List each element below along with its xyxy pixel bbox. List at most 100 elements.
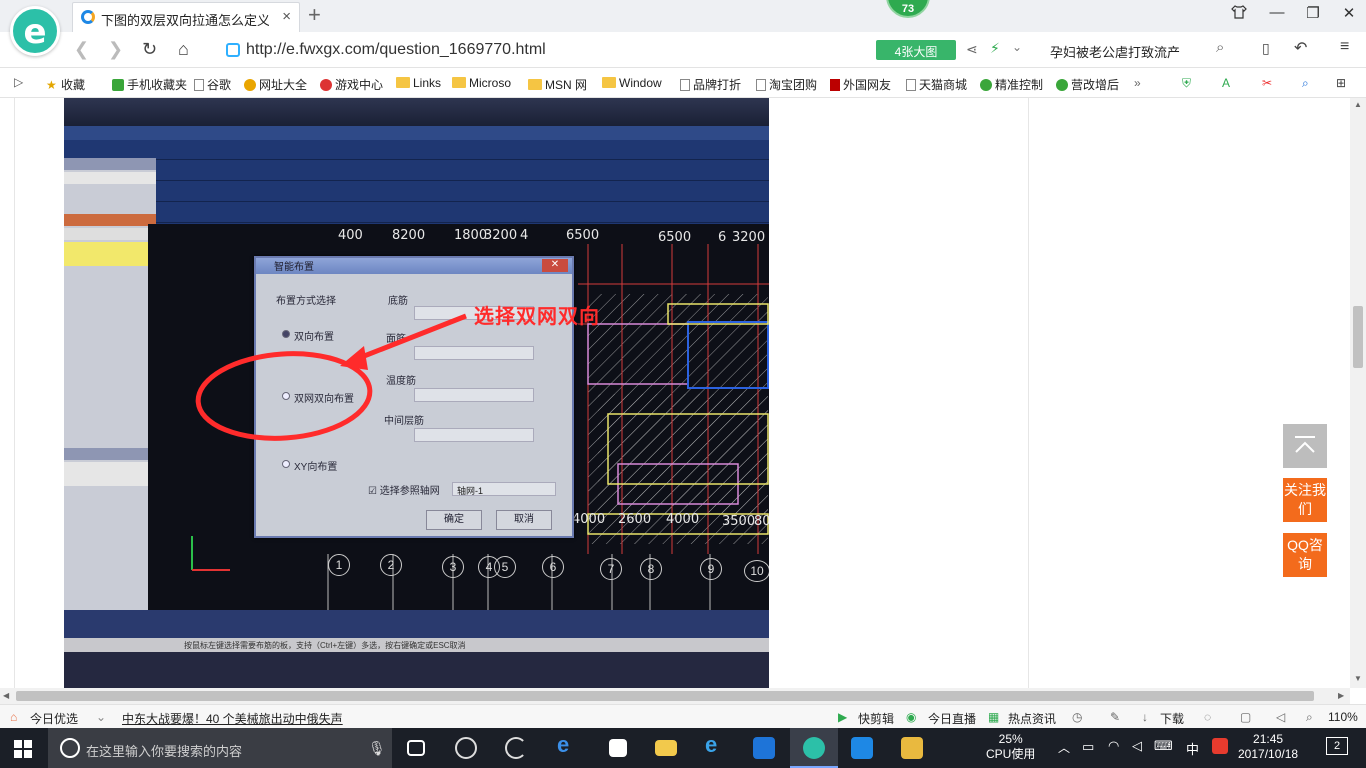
cpu-usage[interactable]: 25% CPU使用 [986,732,1035,762]
sound-icon[interactable]: ◁ [1276,710,1285,724]
zoom-level[interactable]: 110% [1328,710,1358,724]
radio-xy[interactable] [282,460,290,468]
bookmark-item[interactable]: 淘宝团购 [756,76,817,93]
undo-icon[interactable]: ↶ [1294,38,1307,58]
horizontal-scrollbar[interactable]: ◀ ▶ [0,688,1350,704]
volume-icon[interactable]: ◁ [1132,738,1142,754]
bookmark-item[interactable]: 游戏中心 [320,76,383,93]
browser-taskbar-icon[interactable] [790,728,838,768]
today-picks[interactable]: 今日优选 [30,710,78,727]
search-icon[interactable]: ⌕ [1302,76,1309,91]
menu-icon[interactable]: ≡ [1340,38,1349,56]
back-to-top-button[interactable] [1283,424,1327,468]
search-suggestion[interactable]: 孕妇被老公虐打致流产 [1050,42,1180,61]
lightning-icon[interactable]: ⚡ [990,40,1000,57]
big-image-button[interactable]: 4张大图 [876,40,956,60]
scrollbar-thumb[interactable] [1353,306,1363,368]
middle-layer-rebar-select[interactable] [414,428,534,442]
back-icon[interactable]: ❮ [74,39,89,60]
browser-logo-icon[interactable]: e [10,6,60,56]
chevron-down-icon[interactable]: ⌄ [96,710,106,724]
file-explorer-icon[interactable] [642,728,690,768]
bookmark-item[interactable]: 精准控制 [980,76,1043,93]
dialog-close-icon[interactable]: ✕ [542,259,568,272]
scrollbar-thumb[interactable] [16,691,1314,701]
minimize-icon[interactable]: — [1262,4,1292,28]
tray-expand-icon[interactable]: ︿ [1058,739,1070,756]
windows-start-icon[interactable] [14,740,32,758]
scroll-down-icon[interactable]: ▼ [1354,674,1362,683]
share-icon[interactable]: ⋖ [966,41,978,58]
app-plus-icon[interactable] [838,728,886,768]
axis-checkbox[interactable]: ☑ 选择参照轴网 [368,482,440,497]
restore-icon[interactable]: ❐ [1298,4,1328,28]
store-icon[interactable] [594,728,642,768]
translate-icon[interactable]: A [1222,76,1230,90]
scroll-up-icon[interactable]: ▲ [1354,100,1362,109]
browser-tab[interactable]: 下图的双层双向拉通怎么定义？还 × [72,2,300,32]
chevron-down-icon[interactable]: ⌄ [1012,40,1022,54]
ie-icon[interactable]: e [692,728,740,768]
bookmark-item[interactable]: 谷歌 [194,76,231,93]
sidebar-toggle-icon[interactable]: ▷ [14,75,23,89]
action-center-icon[interactable]: 2 [1326,737,1348,755]
keyboard-icon[interactable]: ⌨ [1154,738,1173,754]
zoom-icon[interactable]: ⌕ [1306,710,1313,725]
tab-close-icon[interactable]: × [282,8,291,25]
bookmark-item[interactable]: Links [396,76,441,90]
close-window-icon[interactable]: ✕ [1334,4,1364,28]
bookmark-item[interactable]: 网址大全 [244,76,307,93]
more-bookmarks-icon[interactable]: » [1134,76,1141,90]
temperature-rebar-select[interactable] [414,388,534,402]
bookmark-item[interactable]: Window [602,76,662,90]
window-icon[interactable]: ▢ [1240,710,1251,724]
screenshot-scissors-icon[interactable]: ✂ [1262,76,1272,90]
vertical-scrollbar[interactable]: ▲ ▼ [1350,98,1366,688]
qq-consult-button[interactable]: QQ咨询 [1283,533,1327,577]
search-icon[interactable]: ⌕ [1216,39,1224,56]
phone-icon[interactable]: ▯ [1262,40,1270,57]
gift-icon[interactable]: ⌂ [10,710,17,724]
quick-clip[interactable]: 快剪辑 [858,710,894,727]
sogou-ime-icon[interactable] [1212,738,1228,754]
radio-double-net[interactable] [282,392,290,400]
pinwheel-app-icon[interactable] [442,728,490,768]
microphone-icon[interactable]: 🎙 [368,740,386,757]
shield-icon[interactable]: ⛨ [1182,76,1191,91]
pin-icon[interactable]: ✎ [1110,710,1120,724]
cancel-button[interactable]: 取消 [496,510,552,530]
bookmark-item[interactable]: 外国网友 [830,76,891,93]
bookmark-item[interactable]: ★ 收藏 [46,76,85,93]
scroll-left-icon[interactable]: ◀ [3,691,9,700]
url-text[interactable]: http://e.fwxgx.com/question_1669770.html [246,41,546,59]
apps-grid-icon[interactable]: ⊞ [1336,76,1346,90]
notes-app-icon[interactable] [888,728,936,768]
live-icon[interactable]: ◉ [906,710,916,724]
battery-icon[interactable]: ▭ [1082,739,1094,755]
shirt-skin-icon[interactable] [1224,4,1254,28]
clip-icon[interactable]: ▶ [838,710,847,724]
hot-news[interactable]: 热点资讯 [1008,710,1056,727]
edge-icon[interactable]: e [544,728,592,768]
app-g-icon[interactable] [740,728,788,768]
news-ticker[interactable]: 中东大战要爆！40 个美械旅出动中俄失声 [122,710,343,727]
downloads[interactable]: 下载 [1160,710,1184,727]
news-icon[interactable]: ▦ [988,710,999,724]
taskbar-search[interactable]: 在这里输入你要搜索的内容 🎙 [48,728,392,768]
new-tab-icon[interactable]: + [308,2,321,28]
scroll-right-icon[interactable]: ▶ [1338,691,1344,700]
ok-button[interactable]: 确定 [426,510,482,530]
bookmark-item[interactable]: 品牌打折 [680,76,741,93]
bookmark-item[interactable]: 手机收藏夹 [112,76,187,93]
bookmark-item[interactable]: MSN 网 [528,76,587,93]
refresh-icon[interactable]: ↻ [142,39,157,60]
cleanup-icon[interactable]: ◌ [1204,710,1211,724]
bookmark-item[interactable]: 天猫商城 [906,76,967,93]
home-icon[interactable]: ⌂ [178,39,189,60]
forward-icon[interactable]: ❯ [108,39,123,60]
download-icon[interactable]: ↓ [1142,710,1148,724]
bookmark-item[interactable]: 营改增后 [1056,76,1119,93]
today-live[interactable]: 今日直播 [928,710,976,727]
ime-indicator[interactable]: 中 [1186,739,1199,758]
follow-us-button[interactable]: 关注我们 [1283,478,1327,522]
